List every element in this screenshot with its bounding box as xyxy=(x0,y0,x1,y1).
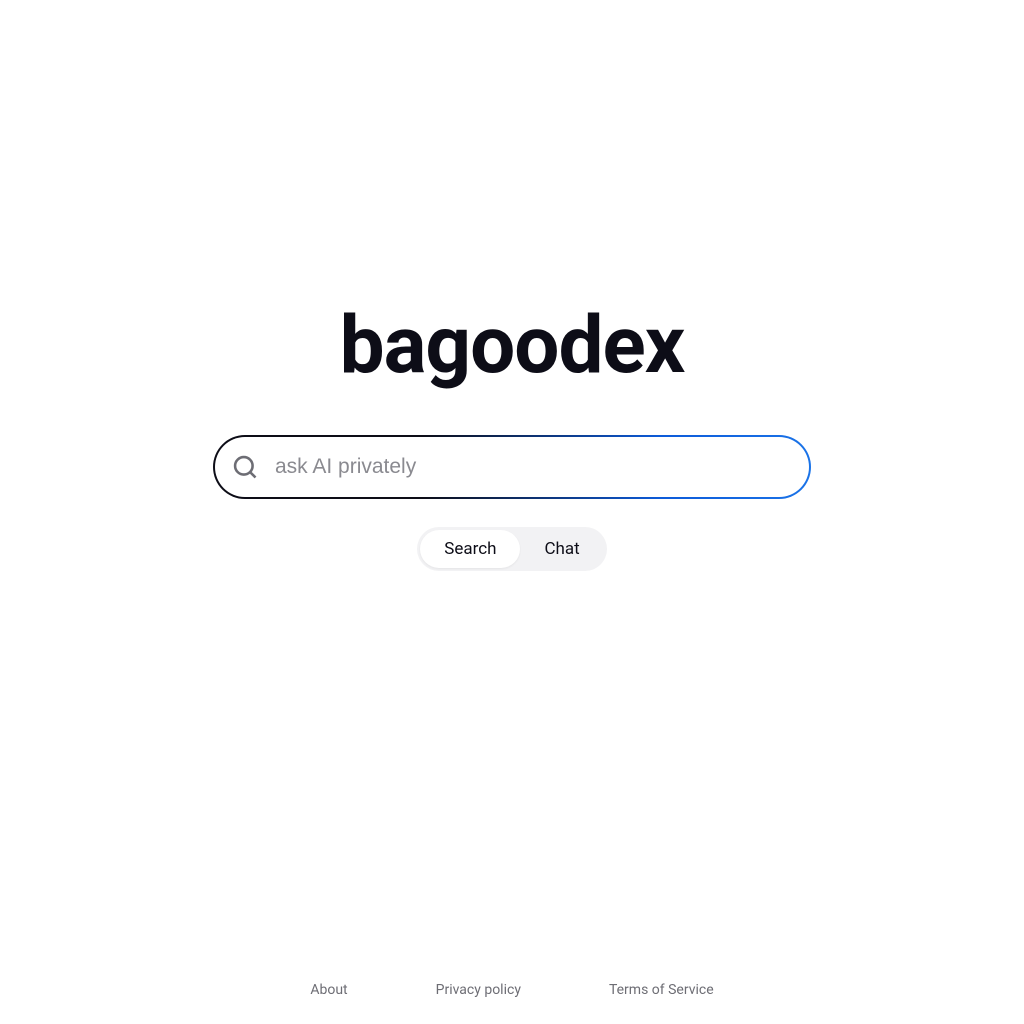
footer-links: About Privacy policy Terms of Service xyxy=(0,982,1024,998)
footer-terms-link[interactable]: Terms of Service xyxy=(609,982,714,998)
brand-logo: bagoodex xyxy=(340,305,685,385)
footer-about-link[interactable]: About xyxy=(310,982,347,998)
search-bar[interactable] xyxy=(213,435,811,499)
chat-mode-button[interactable]: Chat xyxy=(520,530,603,568)
mode-toggle: Search Chat xyxy=(417,527,606,571)
footer-privacy-link[interactable]: Privacy policy xyxy=(436,982,521,998)
search-mode-button[interactable]: Search xyxy=(420,530,520,568)
search-icon xyxy=(231,453,259,481)
search-input[interactable] xyxy=(275,455,789,479)
